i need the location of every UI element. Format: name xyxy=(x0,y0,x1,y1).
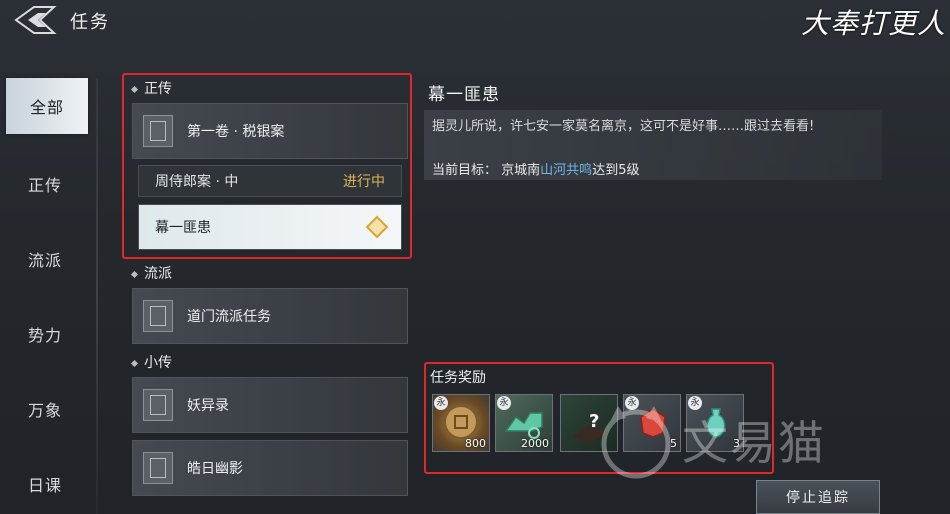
tab-label: 日课 xyxy=(27,476,62,495)
tracking-icon xyxy=(365,215,389,239)
reward-jade-carriage-item[interactable]: 永 2000 xyxy=(495,394,553,452)
goal-suffix: 达到5级 xyxy=(592,163,640,178)
tab-rike[interactable]: 日课 xyxy=(0,456,90,512)
quest-detail-title: 幕一匪患 xyxy=(428,85,500,105)
section-zhengzhuan: 正传 xyxy=(130,78,172,98)
coin-icon xyxy=(444,405,478,439)
reward-quantity: 800 xyxy=(465,437,486,450)
tab-label: 万象 xyxy=(27,401,62,420)
reward-quantity: 2000 xyxy=(521,437,549,450)
bullet-icon xyxy=(130,85,139,93)
quest-item[interactable]: 周侍郎案 · 中 进行中 xyxy=(138,165,402,197)
tab-label: 势力 xyxy=(27,326,62,345)
quest-status: 进行中 xyxy=(343,174,385,190)
quest-card[interactable]: 皓日幽影 xyxy=(132,440,408,496)
watermark: 文易猫 xyxy=(596,400,826,480)
sword-icon xyxy=(143,452,173,484)
sword-icon xyxy=(143,389,173,421)
section-title: 小传 xyxy=(144,355,172,371)
page-title: 任务 xyxy=(70,12,110,33)
section-xiaozhuan: 小传 xyxy=(130,352,172,372)
quest-card[interactable]: 道门流派任务 xyxy=(132,288,408,344)
bound-badge: 永 xyxy=(434,396,448,410)
stop-tracking-label: 停止追踪 xyxy=(786,490,850,506)
volume-card[interactable]: 第一卷 · 税银案 xyxy=(132,103,408,159)
volume-label: 第一卷 · 税银案 xyxy=(187,124,285,140)
bullet-icon xyxy=(130,270,139,278)
bullet-icon xyxy=(130,359,139,367)
tab-label: 流派 xyxy=(27,251,62,270)
rewards-title: 任务奖励 xyxy=(430,370,486,386)
section-title: 正传 xyxy=(144,81,172,97)
scroll-icon xyxy=(143,115,173,147)
category-tabs: 全部 正传 流派 势力 万象 日课 xyxy=(0,78,98,514)
watermark-text: 文易猫 xyxy=(682,416,826,470)
quest-label: 周侍郎案 · 中 xyxy=(155,174,239,190)
tab-label: 全部 xyxy=(29,98,64,117)
quest-label: 幕一匪患 xyxy=(155,220,211,236)
stop-tracking-button[interactable]: 停止追踪 xyxy=(756,480,880,514)
cat-logo-icon xyxy=(601,406,671,479)
section-liupai: 流派 xyxy=(130,263,172,283)
game-logo: 大奉打更人 xyxy=(800,7,946,40)
quest-label: 皓日幽影 xyxy=(187,461,243,477)
quest-goal: 当前目标： 京城南山河共鸣达到5级 xyxy=(432,159,639,178)
bound-badge: 永 xyxy=(497,396,511,410)
quest-label: 道门流派任务 xyxy=(187,309,271,325)
tab-wanxiang[interactable]: 万象 xyxy=(0,381,90,437)
reward-coin-item[interactable]: 永 800 xyxy=(432,394,490,452)
tab-liupai[interactable]: 流派 xyxy=(0,231,90,287)
carriage-icon xyxy=(504,412,543,439)
tab-shili[interactable]: 势力 xyxy=(0,306,90,362)
back-button[interactable] xyxy=(10,4,60,36)
section-title: 流派 xyxy=(144,266,172,282)
goal-place: 京城南 xyxy=(501,163,541,178)
tab-label: 正传 xyxy=(27,176,62,195)
document-icon xyxy=(143,300,173,332)
tab-zhengzhuan[interactable]: 正传 xyxy=(0,156,90,212)
quest-label: 妖异录 xyxy=(187,398,229,414)
back-arrow-icon xyxy=(14,6,57,34)
goal-highlight[interactable]: 山河共鸣 xyxy=(540,163,592,178)
tabs-divider xyxy=(96,78,98,514)
quest-description: 据灵儿所说，许七安一家莫名离京，这可不是好事……跟过去看看! xyxy=(432,119,815,134)
quest-card[interactable]: 妖异录 xyxy=(132,377,408,433)
tab-all[interactable]: 全部 xyxy=(6,78,88,134)
quest-item-selected[interactable]: 幕一匪患 xyxy=(138,204,402,250)
goal-prefix: 当前目标： xyxy=(432,163,498,178)
